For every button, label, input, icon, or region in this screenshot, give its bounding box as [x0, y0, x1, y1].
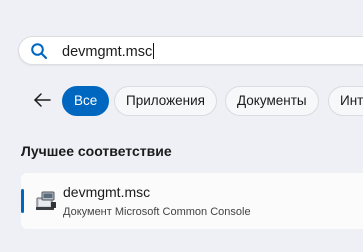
filter-chip-documents[interactable]: Документы — [225, 86, 319, 116]
msc-document-icon — [36, 191, 56, 210]
filter-chip-all[interactable]: Все — [62, 86, 110, 116]
back-arrow-icon[interactable] — [30, 88, 54, 112]
result-subtitle: Документ Microsoft Common Console — [63, 206, 251, 218]
text-caret — [153, 43, 155, 59]
best-match-result[interactable]: devmgmt.msc Документ Microsoft Common Co… — [21, 173, 363, 229]
best-match-heading: Лучшее соответствие — [21, 143, 172, 159]
selection-indicator — [21, 189, 24, 213]
filter-chip-internet[interactable]: Инт — [328, 86, 363, 116]
search-input[interactable]: devmgmt.msc — [62, 43, 155, 60]
result-title: devmgmt.msc — [63, 184, 151, 200]
search-box[interactable]: devmgmt.msc — [18, 36, 363, 65]
filter-chip-apps[interactable]: Приложения — [114, 86, 217, 116]
search-icon — [31, 43, 48, 60]
